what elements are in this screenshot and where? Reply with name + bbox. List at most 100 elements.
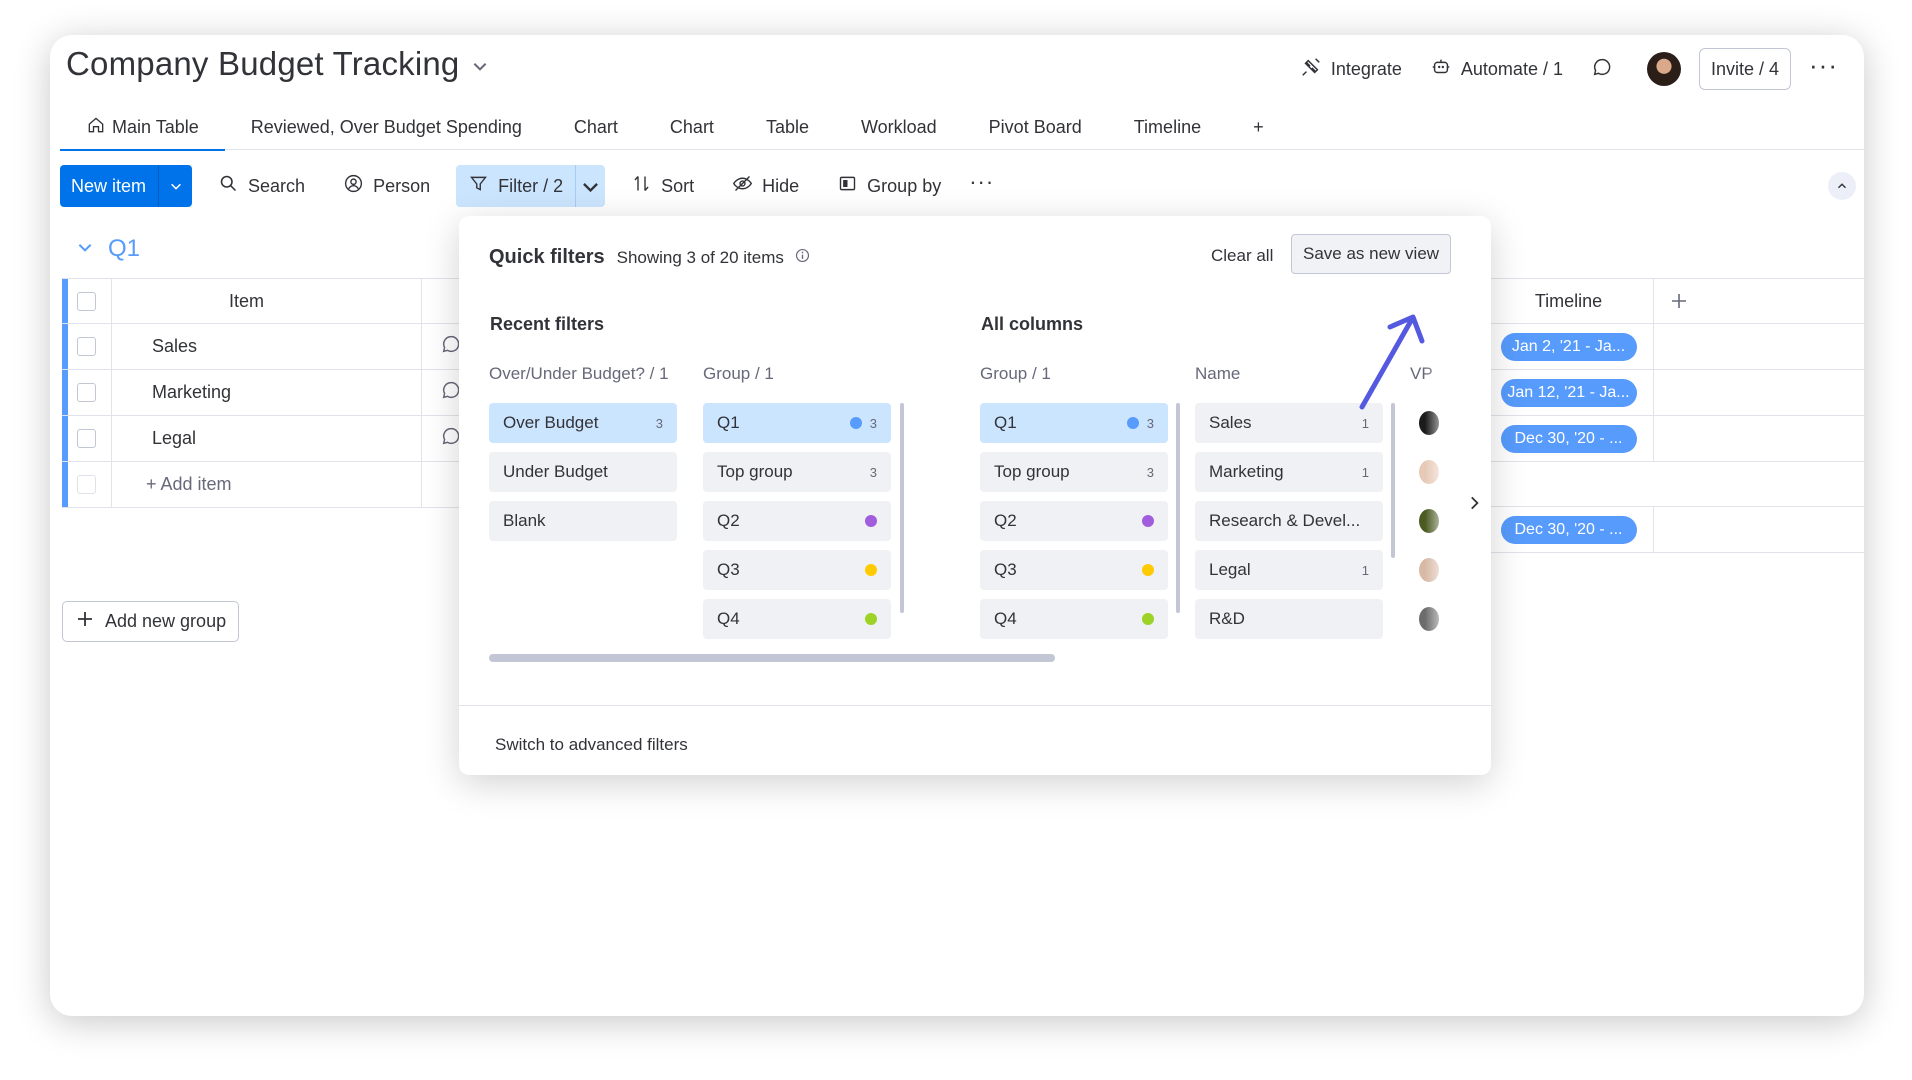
tab-timeline[interactable]: Timeline: [1108, 105, 1227, 150]
filter-option-q4[interactable]: Q4: [980, 599, 1168, 639]
item-column-header[interactable]: Item: [112, 279, 422, 323]
clear-all-button[interactable]: Clear all: [1211, 246, 1273, 266]
chevron-up-icon: [1838, 183, 1846, 189]
group-title[interactable]: Q1: [108, 235, 140, 263]
timeline-pill[interactable]: Dec 30, '20 - ...: [1500, 424, 1637, 453]
add-view-label: +: [1253, 116, 1264, 137]
tab-chart-2[interactable]: Chart: [644, 105, 740, 150]
item-name[interactable]: Sales: [112, 324, 422, 369]
horizontal-scrollbar[interactable]: [489, 654, 1055, 662]
board-title[interactable]: Company Budget Tracking: [66, 45, 489, 83]
filter-option-research-development[interactable]: Research & Devel...: [1195, 501, 1383, 541]
add-view-button[interactable]: +: [1227, 105, 1290, 150]
option-count: 3: [1146, 415, 1154, 431]
table-row[interactable]: Marketing: [62, 370, 462, 416]
filter-button[interactable]: Filter / 2: [456, 165, 575, 207]
filter-option-q2[interactable]: Q2: [703, 501, 891, 541]
timeline-column-header[interactable]: Timeline: [1484, 279, 1654, 323]
timeline-pill[interactable]: Dec 30, '20 - ...: [1500, 515, 1637, 544]
user-avatar[interactable]: [1646, 52, 1681, 86]
vertical-scrollbar[interactable]: [1176, 403, 1180, 613]
automate-button[interactable]: Automate / 1: [1416, 49, 1577, 89]
option-label: Under Budget: [503, 462, 608, 481]
eye-hidden-icon: [732, 173, 753, 199]
group-color-dot: [865, 515, 877, 527]
filter-option-rd[interactable]: R&D: [1195, 599, 1383, 639]
tab-chart[interactable]: Chart: [548, 105, 644, 150]
tab-workload[interactable]: Workload: [835, 105, 963, 150]
filter-option-q4[interactable]: Q4: [703, 599, 891, 639]
timeline-pill[interactable]: Jan 12, '21 - Ja...: [1500, 378, 1637, 407]
collapse-header-button[interactable]: [1828, 172, 1856, 200]
option-label: Q4: [994, 609, 1017, 628]
filter-option-legal[interactable]: Legal 1: [1195, 550, 1383, 590]
save-as-new-view-button[interactable]: Save as new view: [1291, 234, 1452, 274]
timeline-cell[interactable]: Dec 30, '20 - ...: [1484, 507, 1654, 552]
board-toolbar: New item Search Person Filter / 2 Sort H…: [60, 165, 1864, 207]
option-label: Top group: [994, 462, 1070, 481]
timeline-cell[interactable]: Dec 30, '20 - ...: [1484, 416, 1654, 461]
table-row: Jan 12, '21 - Ja...: [1484, 370, 1864, 416]
option-label: Q1: [994, 413, 1017, 432]
filter-option-q1[interactable]: Q1 3: [703, 403, 891, 443]
group-color-dot: [1142, 564, 1154, 576]
vertical-scrollbar[interactable]: [1391, 403, 1395, 558]
filter-option-top-group[interactable]: Top group 3: [703, 452, 891, 492]
option-label: Research & Devel...: [1209, 511, 1361, 530]
filter-dropdown[interactable]: [575, 165, 605, 207]
filter-option-q3[interactable]: Q3: [703, 550, 891, 590]
add-item-input[interactable]: + Add item: [112, 462, 422, 507]
filter-option-top-group[interactable]: Top group 3: [980, 452, 1168, 492]
item-name[interactable]: Legal: [112, 416, 422, 461]
tab-pivot-board[interactable]: Pivot Board: [963, 105, 1108, 150]
integrate-button[interactable]: Integrate: [1286, 49, 1416, 89]
item-name[interactable]: Marketing: [112, 370, 422, 415]
tab-reviewed-over-budget[interactable]: Reviewed, Over Budget Spending: [225, 105, 548, 150]
add-item-row[interactable]: + Add item: [62, 462, 462, 508]
group-by-label: Group by: [867, 175, 942, 196]
person-filter-button[interactable]: Person: [331, 165, 442, 207]
sort-button[interactable]: Sort: [619, 165, 706, 207]
vertical-scrollbar[interactable]: [900, 403, 904, 613]
chevron-down-icon[interactable]: [76, 235, 94, 263]
chevron-down-icon[interactable]: [471, 45, 489, 83]
new-item-dropdown[interactable]: [158, 165, 193, 207]
search-button[interactable]: Search: [206, 165, 317, 207]
filter-option-q3[interactable]: Q3: [980, 550, 1168, 590]
tab-table[interactable]: Table: [740, 105, 835, 150]
switch-to-advanced-filters-link[interactable]: Switch to advanced filters: [495, 735, 688, 755]
tab-main-table[interactable]: Main Table: [60, 105, 225, 151]
select-all-checkbox[interactable]: [77, 291, 96, 311]
table-row[interactable]: Sales: [62, 324, 462, 370]
timeline-cell[interactable]: Jan 2, '21 - Ja...: [1484, 324, 1654, 369]
updates-button[interactable]: [1577, 49, 1627, 89]
group-color-dot: [1142, 515, 1154, 527]
more-options-icon[interactable]: ···: [1791, 52, 1850, 78]
row-checkbox[interactable]: [77, 429, 96, 448]
scroll-right-button[interactable]: [1459, 488, 1489, 518]
filter-option-q2[interactable]: Q2: [980, 501, 1168, 541]
row-checkbox[interactable]: [77, 337, 96, 356]
row-checkbox[interactable]: [77, 383, 96, 402]
info-icon[interactable]: [794, 247, 811, 269]
filter-option-blank[interactable]: Blank: [489, 501, 677, 541]
filter-option-marketing[interactable]: Marketing 1: [1195, 452, 1383, 492]
filter-option-under-budget[interactable]: Under Budget: [489, 452, 677, 492]
timeline-pill[interactable]: Jan 2, '21 - Ja...: [1500, 332, 1637, 361]
group-by-button[interactable]: Group by: [825, 165, 953, 207]
add-column-button[interactable]: [1654, 279, 1704, 323]
table-header-row: Item: [62, 278, 462, 324]
hide-button[interactable]: Hide: [720, 165, 811, 207]
select-all-cell: [62, 279, 112, 323]
invite-button[interactable]: Invite / 4: [1698, 48, 1792, 90]
table-row[interactable]: Legal: [62, 416, 462, 462]
group-header-q1[interactable]: Q1: [76, 235, 140, 263]
toolbar-more-icon[interactable]: ···: [969, 169, 994, 195]
new-item-button[interactable]: New item: [60, 165, 159, 207]
add-new-group-button[interactable]: Add new group: [62, 601, 240, 642]
timeline-cell[interactable]: Jan 12, '21 - Ja...: [1484, 370, 1654, 415]
tab-label: Chart: [669, 116, 714, 137]
option-label: Blank: [503, 511, 546, 530]
filter-option-q1[interactable]: Q1 3: [980, 403, 1168, 443]
filter-option-over-budget[interactable]: Over Budget 3: [489, 403, 677, 443]
